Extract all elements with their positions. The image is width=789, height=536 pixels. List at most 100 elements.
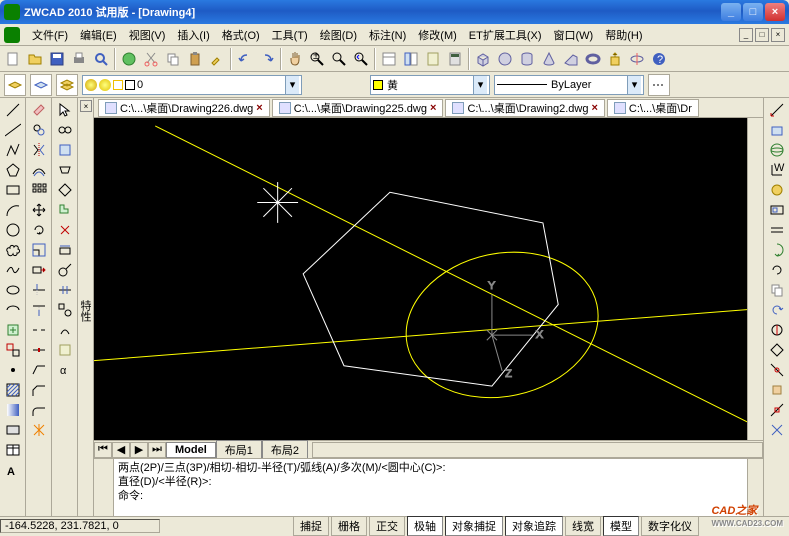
designcenter-button[interactable] [400,48,422,70]
vpoint-button[interactable] [766,220,788,240]
menu-dimension[interactable]: 标注(N) [363,25,412,45]
tool-b12[interactable] [54,320,76,340]
offset-button[interactable] [28,160,50,180]
cone-button[interactable] [538,48,560,70]
orbit2-button[interactable] [766,240,788,260]
drawing-canvas[interactable]: X Y Z [94,118,747,440]
ellipsearc-button[interactable] [2,300,24,320]
pline-button[interactable] [2,140,24,160]
matchprop-button[interactable] [206,48,228,70]
layer-dd-icon[interactable]: ▾ [285,76,299,94]
paste-button[interactable] [184,48,206,70]
minimize-button[interactable]: _ [721,3,741,21]
tool-b7[interactable] [54,220,76,240]
tab-model[interactable]: Model [166,442,216,458]
menu-tools[interactable]: 工具(T) [266,25,314,45]
named-button[interactable] [766,180,788,200]
revcloud-button[interactable] [2,240,24,260]
sheet-first-button[interactable]: ⏮ [94,442,112,458]
join-button[interactable] [28,360,50,380]
coords-pane[interactable]: -164.5228, 231.7821, 0 [0,519,160,533]
redo-button[interactable] [256,48,278,70]
doctab-0[interactable]: C:\...\桌面\Drawing226.dwg× [98,99,270,117]
wcs-button[interactable]: W [766,160,788,180]
otrack-toggle[interactable]: 对象追踪 [505,516,563,536]
table-button[interactable] [2,440,24,460]
open-button[interactable] [24,48,46,70]
properties-panel-bar[interactable]: × 特性 [78,98,94,516]
toolpal-button[interactable] [422,48,444,70]
color-dropdown[interactable]: 黄 ▾ [370,75,490,95]
snap-toggle[interactable]: 捕捉 [293,516,329,536]
extrude-button[interactable] [604,48,626,70]
cylinder-button[interactable] [516,48,538,70]
menu-format[interactable]: 格式(O) [216,25,266,45]
cut-button[interactable] [140,48,162,70]
area-button[interactable] [766,120,788,140]
region-button[interactable] [2,420,24,440]
linetype-dd-icon[interactable]: ▾ [627,76,641,94]
menu-file[interactable]: 文件(F) [26,25,74,45]
copy-button[interactable] [162,48,184,70]
rotate-button[interactable] [28,220,50,240]
osnap-toggle[interactable]: 对象捕捉 [445,516,503,536]
sheet-last-button[interactable]: ⏭ [148,442,166,458]
trim-button[interactable] [28,280,50,300]
publish-button[interactable] [118,48,140,70]
tool-r16[interactable] [766,400,788,420]
dist-button[interactable] [766,100,788,120]
sheet-next-button[interactable]: ▶ [130,442,148,458]
doctab-2[interactable]: C:\...\桌面\Drawing2.dwg× [445,99,604,117]
menu-draw[interactable]: 绘图(D) [314,25,363,45]
tool-b13[interactable] [54,340,76,360]
zoomprev-button[interactable] [350,48,372,70]
3dview-button[interactable] [766,200,788,220]
undo-button[interactable] [234,48,256,70]
rectangle-button[interactable] [2,180,24,200]
tool-b8[interactable] [54,240,76,260]
zoomrt-button[interactable]: ± [306,48,328,70]
tool-b11[interactable] [54,300,76,320]
mdi-minimize-button[interactable]: _ [739,28,753,42]
menu-insert[interactable]: 插入(I) [171,25,215,45]
regen-button[interactable] [766,260,788,280]
tool-b4[interactable] [54,160,76,180]
save-button[interactable] [46,48,68,70]
tool-r15[interactable] [766,380,788,400]
sheet-prev-button[interactable]: ◀ [112,442,130,458]
array-button[interactable] [28,180,50,200]
break2-button[interactable] [28,340,50,360]
stretch-button[interactable] [28,260,50,280]
mirror-button[interactable] [28,140,50,160]
circle-button[interactable] [2,220,24,240]
copy2-button[interactable] [28,120,50,140]
panel-close-icon[interactable]: × [80,100,92,112]
break-button[interactable] [28,320,50,340]
extend-button[interactable] [28,300,50,320]
calc-button[interactable] [444,48,466,70]
close-button[interactable]: × [765,3,785,21]
ellipse-button[interactable] [2,280,24,300]
tool-b3[interactable] [54,140,76,160]
layermgr-button[interactable] [4,74,26,96]
tool-b10[interactable] [54,280,76,300]
gradient-button[interactable] [2,400,24,420]
tool-b5[interactable] [54,180,76,200]
tab-layout1[interactable]: 布局1 [216,440,262,460]
scale-button[interactable] [28,240,50,260]
tool-b14[interactable]: α [54,360,76,380]
menu-edit[interactable]: 编辑(E) [74,25,123,45]
layer-dropdown[interactable]: 0 ▾ [82,75,302,95]
line-button[interactable] [2,100,24,120]
menu-window[interactable]: 窗口(W) [548,25,600,45]
tool-r13[interactable] [766,340,788,360]
tab-close-icon[interactable]: × [256,102,262,114]
preview-button[interactable] [90,48,112,70]
sphere-button[interactable] [494,48,516,70]
spline-button[interactable] [2,260,24,280]
point-button[interactable] [2,360,24,380]
ortho-toggle[interactable]: 正交 [369,516,405,536]
reload-button[interactable] [766,300,788,320]
new-button[interactable] [2,48,24,70]
hatch-button[interactable] [2,380,24,400]
